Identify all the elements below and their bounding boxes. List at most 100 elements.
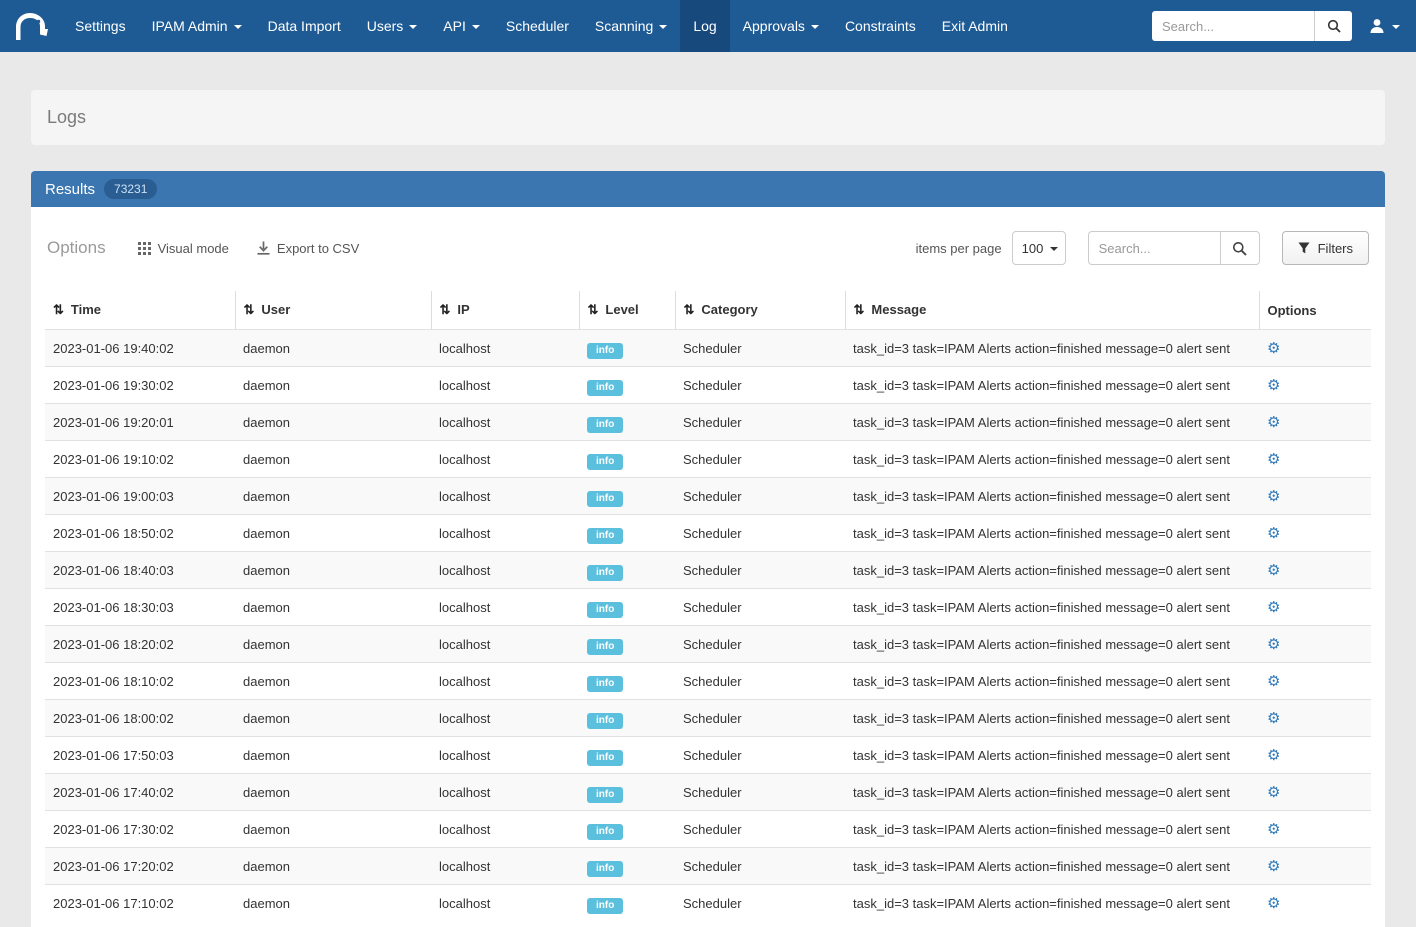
sort-icon: ⇅ [244, 302, 255, 317]
nav-item-scheduler[interactable]: Scheduler [493, 0, 582, 52]
row-settings-gear-icon[interactable]: ⚙ [1267, 599, 1280, 616]
row-settings-gear-icon[interactable]: ⚙ [1267, 525, 1280, 542]
cell-user: daemon [235, 330, 431, 367]
global-search-input[interactable] [1152, 11, 1314, 41]
user-menu-caret-icon [1392, 25, 1400, 29]
cell-message: task_id=3 task=IPAM Alerts action=finish… [845, 367, 1259, 404]
cell-message: task_id=3 task=IPAM Alerts action=finish… [845, 552, 1259, 589]
row-settings-gear-icon[interactable]: ⚙ [1267, 858, 1280, 875]
filters-label: Filters [1318, 241, 1353, 256]
nav-item-constraints[interactable]: Constraints [832, 0, 929, 52]
cell-ip: localhost [431, 885, 579, 922]
row-settings-gear-icon[interactable]: ⚙ [1267, 451, 1280, 468]
nav-item-scanning[interactable]: Scanning [582, 0, 680, 52]
table-search [1088, 231, 1260, 265]
table-row: 2023-01-06 19:10:02 daemon localhost inf… [45, 441, 1371, 478]
export-csv-button[interactable]: Export to CSV [257, 241, 359, 256]
cell-ip: localhost [431, 626, 579, 663]
filters-button[interactable]: Filters [1282, 231, 1369, 265]
level-badge: info [587, 787, 623, 803]
column-header-user[interactable]: ⇅User [235, 291, 431, 330]
table-search-input[interactable] [1088, 231, 1220, 265]
sort-icon: ⇅ [440, 302, 451, 317]
user-icon [1368, 17, 1386, 35]
cell-ip: localhost [431, 367, 579, 404]
column-header-level[interactable]: ⇅Level [579, 291, 675, 330]
cell-level: info [579, 885, 675, 922]
nav-item-data-import[interactable]: Data Import [255, 0, 354, 52]
items-per-page-select[interactable]: 100 [1012, 231, 1066, 265]
cell-category: Scheduler [675, 330, 845, 367]
column-header-category[interactable]: ⇅Category [675, 291, 845, 330]
cell-message: task_id=3 task=IPAM Alerts action=finish… [845, 737, 1259, 774]
row-settings-gear-icon[interactable]: ⚙ [1267, 562, 1280, 579]
level-badge: info [587, 713, 623, 729]
cell-user: daemon [235, 737, 431, 774]
cell-time: 2023-01-06 19:00:03 [45, 478, 235, 515]
table-row: 2023-01-06 18:50:02 daemon localhost inf… [45, 515, 1371, 552]
cell-user: daemon [235, 626, 431, 663]
row-settings-gear-icon[interactable]: ⚙ [1267, 636, 1280, 653]
user-menu[interactable] [1368, 17, 1400, 35]
level-badge: info [587, 676, 623, 692]
cell-user: daemon [235, 811, 431, 848]
column-header-time[interactable]: ⇅Time [45, 291, 235, 330]
cell-user: daemon [235, 441, 431, 478]
elephant-logo-icon [10, 9, 52, 43]
row-settings-gear-icon[interactable]: ⚙ [1267, 895, 1280, 912]
column-header-ip[interactable]: ⇅IP [431, 291, 579, 330]
table-search-button[interactable] [1220, 231, 1260, 265]
row-settings-gear-icon[interactable]: ⚙ [1267, 414, 1280, 431]
cell-options: ⚙ [1259, 330, 1371, 367]
cell-message: task_id=3 task=IPAM Alerts action=finish… [845, 700, 1259, 737]
nav-item-ipam-admin[interactable]: IPAM Admin [139, 0, 255, 52]
cell-time: 2023-01-06 17:30:02 [45, 811, 235, 848]
navbar-items: Settings IPAM Admin Data Import Users AP… [62, 0, 1021, 52]
row-settings-gear-icon[interactable]: ⚙ [1267, 747, 1280, 764]
level-badge: info [587, 602, 623, 618]
cell-options: ⚙ [1259, 367, 1371, 404]
sort-icon: ⇅ [684, 302, 695, 317]
filter-icon [1298, 242, 1310, 254]
sort-icon: ⇅ [854, 302, 865, 317]
results-body: Options Visual mode [31, 207, 1385, 927]
global-search-button[interactable] [1314, 11, 1352, 41]
cell-level: info [579, 441, 675, 478]
cell-level: info [579, 330, 675, 367]
nav-item-exit-admin[interactable]: Exit Admin [929, 0, 1021, 52]
nav-item-settings[interactable]: Settings [62, 0, 139, 52]
cell-message: task_id=3 task=IPAM Alerts action=finish… [845, 330, 1259, 367]
table-row: 2023-01-06 19:30:02 daemon localhost inf… [45, 367, 1371, 404]
cell-message: task_id=3 task=IPAM Alerts action=finish… [845, 404, 1259, 441]
table-row: 2023-01-06 17:10:02 daemon localhost inf… [45, 885, 1371, 922]
nav-item-api[interactable]: API [430, 0, 493, 52]
cell-user: daemon [235, 848, 431, 885]
row-settings-gear-icon[interactable]: ⚙ [1267, 488, 1280, 505]
row-settings-gear-icon[interactable]: ⚙ [1267, 821, 1280, 838]
visual-mode-button[interactable]: Visual mode [138, 241, 229, 256]
row-settings-gear-icon[interactable]: ⚙ [1267, 377, 1280, 394]
cell-ip: localhost [431, 700, 579, 737]
visual-mode-label: Visual mode [158, 241, 229, 256]
nav-item-log[interactable]: Log [680, 0, 729, 52]
row-settings-gear-icon[interactable]: ⚙ [1267, 340, 1280, 357]
page-title: Logs [47, 107, 86, 127]
cell-level: info [579, 626, 675, 663]
row-settings-gear-icon[interactable]: ⚙ [1267, 784, 1280, 801]
nav-item-users[interactable]: Users [354, 0, 431, 52]
cell-level: info [579, 552, 675, 589]
cell-time: 2023-01-06 17:10:02 [45, 885, 235, 922]
cell-message: task_id=3 task=IPAM Alerts action=finish… [845, 478, 1259, 515]
results-header: Results 73231 [31, 171, 1385, 207]
row-settings-gear-icon[interactable]: ⚙ [1267, 673, 1280, 690]
cell-category: Scheduler [675, 552, 845, 589]
column-header-message[interactable]: ⇅Message [845, 291, 1259, 330]
row-settings-gear-icon[interactable]: ⚙ [1267, 710, 1280, 727]
table-row: 2023-01-06 17:20:02 daemon localhost inf… [45, 848, 1371, 885]
main-content: Logs Results 73231 Options Vi [0, 90, 1416, 927]
nav-item-approvals[interactable]: Approvals [730, 0, 832, 52]
results-title: Results [45, 181, 95, 198]
export-csv-label: Export to CSV [277, 241, 359, 256]
app-logo[interactable] [0, 0, 62, 52]
cell-ip: localhost [431, 663, 579, 700]
